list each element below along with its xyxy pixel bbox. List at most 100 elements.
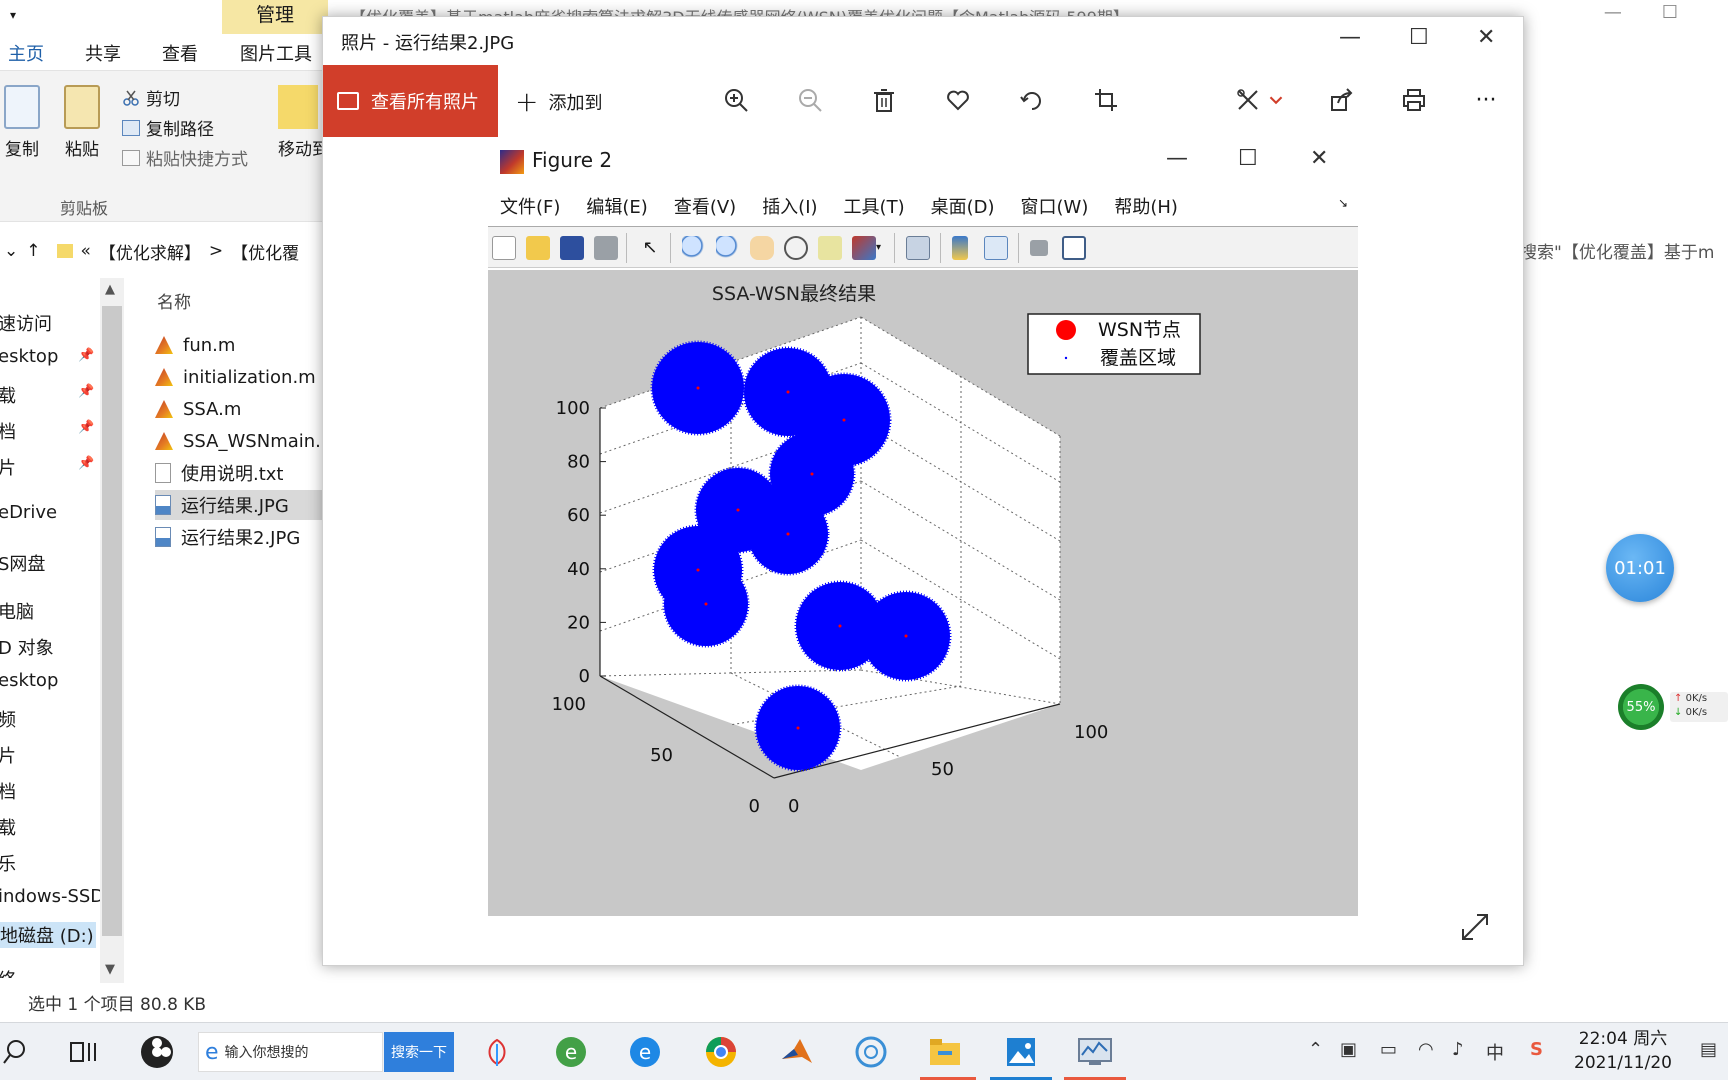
breadcrumb-overflow[interactable]: «	[81, 241, 91, 261]
nav-item[interactable]: 速访问	[0, 310, 52, 336]
file-explorer-icon[interactable]	[926, 1033, 964, 1071]
list-item[interactable]: SSA.m	[155, 394, 340, 424]
feather-app-icon[interactable]	[478, 1033, 516, 1071]
aperture-app-icon[interactable]	[852, 1033, 890, 1071]
more-options-icon[interactable]: ···	[1471, 85, 1501, 115]
nav-item-drive-d[interactable]: 地磁盘 (D:)	[0, 922, 96, 948]
close-icon[interactable]: ✕	[1477, 25, 1495, 50]
matlab-icon[interactable]	[778, 1033, 816, 1071]
menu-desktop: 桌面(D)	[930, 197, 995, 218]
search-icon[interactable]	[0, 1033, 34, 1071]
battery-icon[interactable]: ▭	[1380, 1039, 1397, 1060]
tab-home[interactable]: 主页	[8, 40, 44, 66]
zoom-out-icon[interactable]	[795, 85, 825, 115]
matlab-file-icon	[155, 336, 173, 354]
zoom-in-icon[interactable]	[721, 85, 751, 115]
nav-item[interactable]: D 对象	[0, 634, 54, 660]
input-method-indicator[interactable]: 中	[1486, 1039, 1504, 1065]
notification-center-icon[interactable]: ▤	[1700, 1039, 1717, 1060]
nav-item[interactable]: 载	[0, 382, 16, 408]
browser-blue-icon[interactable]: e	[626, 1033, 664, 1071]
nav-item[interactable]: indows-SSD	[0, 886, 104, 907]
paste-shortcut-button[interactable]: 粘贴快捷方式	[122, 145, 248, 170]
cut-button[interactable]: 剪切	[122, 85, 180, 110]
crop-icon[interactable]	[1091, 85, 1121, 115]
scroll-up-icon[interactable]: ▲	[105, 282, 115, 297]
search-box[interactable]: 搜索"【优化覆盖】基于m	[1520, 238, 1714, 263]
quick-access-dropdown-icon[interactable]: ▾	[10, 8, 16, 22]
nav-item[interactable]: 络	[0, 966, 16, 978]
nav-item[interactable]: S网盘	[0, 550, 45, 576]
print-icon[interactable]	[1399, 85, 1429, 115]
list-item[interactable]: 使用说明.txt	[155, 458, 340, 488]
list-item-selected[interactable]: 运行结果.JPG	[155, 490, 340, 520]
wifi-icon[interactable]: ◠	[1418, 1039, 1434, 1060]
add-to-button[interactable]: + 添加到	[515, 88, 602, 116]
baidu-search-input[interactable]: e 输入你想搜的	[198, 1032, 383, 1072]
nav-item[interactable]: 频	[0, 706, 16, 732]
tab-view[interactable]: 查看	[162, 40, 198, 66]
chart-title: SSA-WSN最终结果	[712, 283, 876, 305]
breadcrumb-item[interactable]: 【优化求解】	[99, 239, 201, 264]
manage-tab[interactable]: 管理	[222, 0, 328, 34]
tab-share[interactable]: 共享	[85, 40, 121, 66]
edit-create-icon[interactable]	[1233, 85, 1263, 115]
wsn-node-point	[838, 624, 842, 628]
nav-item[interactable]: 电脑	[0, 598, 34, 624]
task-view-icon[interactable]	[64, 1033, 102, 1071]
fullscreen-icon[interactable]	[1459, 911, 1491, 947]
wsn-node-point	[696, 386, 700, 390]
address-bar[interactable]: ⌄ ↑ « 【优化求解】 > 【优化覆	[0, 234, 330, 268]
breadcrumb-separator: >	[208, 241, 224, 261]
column-header-name[interactable]: 名称	[157, 288, 191, 313]
nav-item[interactable]: 档	[0, 418, 16, 444]
breadcrumb-item[interactable]: 【优化覆	[231, 239, 299, 264]
see-all-photos-button[interactable]: 查看所有照片	[323, 65, 498, 137]
scrollbar-thumb[interactable]	[102, 306, 122, 936]
nav-item[interactable]: esktop	[0, 670, 58, 691]
maximize-icon[interactable]: ☐	[1409, 25, 1429, 50]
copy-path-button[interactable]: 复制路径	[122, 115, 214, 140]
scroll-down-icon[interactable]: ▼	[105, 962, 115, 977]
chevron-down-icon[interactable]: ⌄	[4, 241, 18, 261]
nav-item[interactable]: 档	[0, 778, 16, 804]
tray-overflow-chevron-icon[interactable]: ⌃	[1308, 1039, 1323, 1060]
list-item[interactable]: 运行结果2.JPG	[155, 522, 340, 552]
nav-scrollbar[interactable]: ▲ ▼	[100, 278, 124, 983]
system-clock[interactable]: 22:04 周六 2021/11/20	[1568, 1027, 1678, 1075]
tab-picture-tools[interactable]: 图片工具	[240, 40, 312, 66]
nav-item[interactable]: 载	[0, 814, 16, 840]
list-item[interactable]: fun.m	[155, 330, 340, 360]
delete-icon[interactable]	[869, 85, 899, 115]
chrome-icon[interactable]	[702, 1033, 740, 1071]
share-icon[interactable]	[1327, 85, 1357, 115]
colorbar-icon	[952, 236, 968, 260]
browser-green-icon[interactable]: e	[552, 1033, 590, 1071]
baidu-search-button[interactable]: 搜索一下	[384, 1032, 454, 1072]
network-monitor[interactable]: 55% ↑ 0K/s ↓ 0K/s	[1618, 684, 1728, 730]
list-item[interactable]: initialization.m	[155, 362, 340, 392]
image-file-icon	[155, 495, 171, 515]
minimize-icon[interactable]: —	[1339, 25, 1361, 50]
x-tick-label: 0	[788, 796, 799, 817]
pinwheel-app-icon[interactable]	[138, 1033, 176, 1071]
rotate-icon[interactable]	[1017, 85, 1047, 115]
heart-icon[interactable]	[943, 85, 973, 115]
nav-item[interactable]: 乐	[0, 850, 16, 876]
tray-app-icon[interactable]: ▣	[1340, 1039, 1357, 1060]
volume-icon[interactable]: ♪	[1452, 1039, 1464, 1060]
copy-button[interactable]: 复制	[4, 85, 40, 160]
paste-button[interactable]: 粘贴	[64, 85, 100, 160]
chevron-down-icon[interactable]	[1267, 85, 1285, 115]
sogou-ime-icon[interactable]: S	[1530, 1039, 1543, 1060]
list-item[interactable]: SSA_WSNmain.m	[155, 426, 340, 456]
nav-item[interactable]: eDrive	[0, 502, 57, 523]
nav-item[interactable]: 片	[0, 742, 16, 768]
up-arrow-icon[interactable]: ↑	[26, 241, 40, 261]
photos-app-icon[interactable]	[1002, 1033, 1040, 1071]
recording-timer[interactable]: 01:01	[1606, 534, 1674, 602]
explorer-window-controls[interactable]: —☐	[1604, 2, 1718, 23]
resource-monitor-icon[interactable]	[1076, 1033, 1114, 1071]
nav-item[interactable]: esktop	[0, 346, 58, 367]
nav-item[interactable]: 片	[0, 454, 16, 480]
